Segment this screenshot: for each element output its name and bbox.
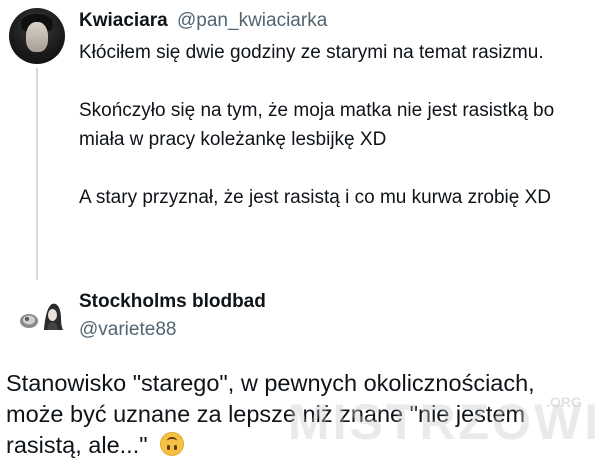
avatar-icon[interactable] — [16, 298, 66, 332]
author-name[interactable]: Stockholms blodbad — [79, 288, 266, 316]
tweet-paragraph: Kłóciłem się dwie godziny ze starymi na … — [79, 42, 544, 63]
comment-body: Stanowisko "starego", w pewnych okoliczn… — [6, 370, 535, 458]
tweet-header: Kwiaciara @pan_kwiaciarka — [79, 8, 327, 34]
upside-down-face-emoji-icon — [160, 432, 185, 456]
comment-text: Stanowisko "starego", w pewnych okoliczn… — [6, 368, 596, 461]
author-name[interactable]: Kwiaciara — [79, 10, 168, 31]
tweet-text: Kłóciłem się dwie godziny ze starymi na … — [79, 38, 598, 212]
tweet-paragraph: Skończyło się na tym, że moja matka nie … — [79, 100, 555, 150]
thread-line — [36, 68, 38, 280]
avatar[interactable] — [9, 8, 65, 64]
author-handle[interactable]: @pan_kwiaciarka — [177, 10, 327, 31]
tweet-paragraph: A stary przyznał, że jest rasistą i co m… — [79, 187, 551, 208]
author-handle[interactable]: @variete88 — [79, 316, 176, 344]
screenshot-page: Kwiaciara @pan_kwiaciarka Kłóciłem się d… — [0, 0, 600, 471]
